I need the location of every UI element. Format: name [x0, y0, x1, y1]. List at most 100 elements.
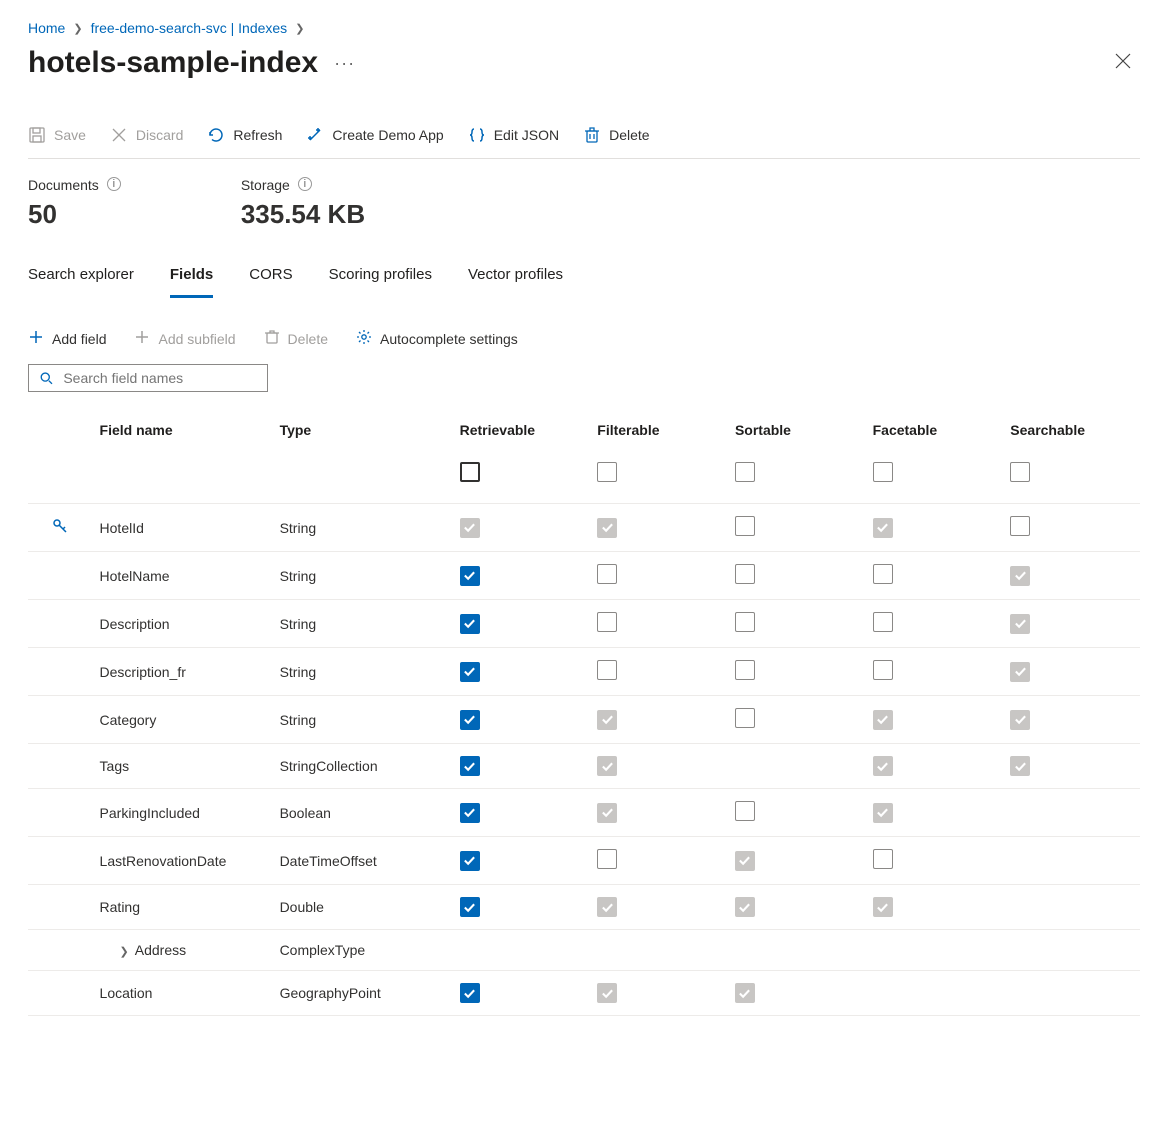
checkbox-filterable[interactable]: [597, 849, 617, 869]
field-toolbar: Add field Add subfield Delete Autocomple…: [28, 329, 1140, 348]
checkbox-sortable[interactable]: [735, 708, 755, 728]
checkbox-facetable[interactable]: [873, 803, 893, 823]
field-name: Category: [100, 712, 157, 728]
checkbox-filterable[interactable]: [597, 897, 617, 917]
tab-search-explorer[interactable]: Search explorer: [28, 260, 134, 298]
checkbox-sortable[interactable]: [735, 516, 755, 536]
edit-json-label: Edit JSON: [494, 127, 559, 143]
check-all-retrievable[interactable]: [460, 462, 480, 482]
checkbox-facetable[interactable]: [873, 564, 893, 584]
checkbox-retrievable[interactable]: [460, 614, 480, 634]
checkbox-sortable[interactable]: [735, 660, 755, 680]
key-icon: [51, 522, 69, 538]
breadcrumb-home[interactable]: Home: [28, 20, 65, 36]
checkbox-searchable[interactable]: [1010, 566, 1030, 586]
save-icon: [28, 126, 46, 144]
checkbox-searchable[interactable]: [1010, 756, 1030, 776]
chevron-right-icon: ❯: [73, 22, 82, 35]
checkbox-filterable[interactable]: [597, 983, 617, 1003]
tab-scoring-profiles[interactable]: Scoring profiles: [329, 260, 432, 298]
checkbox-searchable[interactable]: [1010, 516, 1030, 536]
checkbox-searchable[interactable]: [1010, 614, 1030, 634]
search-field-names[interactable]: [28, 364, 268, 392]
documents-value: 50: [28, 199, 121, 230]
tab-fields[interactable]: Fields: [170, 260, 213, 298]
checkbox-filterable[interactable]: [597, 803, 617, 823]
refresh-button[interactable]: Refresh: [207, 126, 282, 144]
field-type: StringCollection: [272, 744, 452, 789]
checkbox-searchable[interactable]: [1010, 710, 1030, 730]
add-field-label: Add field: [52, 331, 106, 347]
check-all-facetable[interactable]: [873, 462, 893, 482]
checkbox-facetable[interactable]: [873, 849, 893, 869]
checkbox-filterable[interactable]: [597, 518, 617, 538]
check-all-searchable[interactable]: [1010, 462, 1030, 482]
close-button[interactable]: [1106, 46, 1140, 80]
create-demo-label: Create Demo App: [332, 127, 443, 143]
checkbox-retrievable[interactable]: [460, 662, 480, 682]
documents-label: Documents: [28, 177, 99, 193]
table-row[interactable]: Description String: [28, 600, 1140, 648]
checkbox-retrievable[interactable]: [460, 710, 480, 730]
checkbox-retrievable[interactable]: [460, 518, 480, 538]
chevron-right-icon[interactable]: ❯: [120, 946, 129, 958]
col-type: Type: [272, 410, 452, 450]
checkbox-retrievable[interactable]: [460, 803, 480, 823]
plus-icon: [28, 329, 44, 348]
create-demo-app-button[interactable]: Create Demo App: [306, 126, 443, 144]
check-all-sortable[interactable]: [735, 462, 755, 482]
checkbox-sortable[interactable]: [735, 801, 755, 821]
delete-button[interactable]: Delete: [583, 126, 649, 144]
table-row[interactable]: HotelName String: [28, 552, 1140, 600]
breadcrumb: Home ❯ free-demo-search-svc | Indexes ❯: [28, 20, 1140, 36]
checkbox-searchable[interactable]: [1010, 662, 1030, 682]
checkbox-facetable[interactable]: [873, 897, 893, 917]
tab-vector-profiles[interactable]: Vector profiles: [468, 260, 563, 298]
table-row[interactable]: Location GeographyPoint: [28, 971, 1140, 1016]
checkbox-filterable[interactable]: [597, 564, 617, 584]
info-icon[interactable]: i: [298, 177, 312, 191]
table-row[interactable]: HotelId String: [28, 504, 1140, 552]
checkbox-sortable[interactable]: [735, 983, 755, 1003]
table-row[interactable]: Tags StringCollection: [28, 744, 1140, 789]
table-row[interactable]: Rating Double: [28, 885, 1140, 930]
checkbox-facetable[interactable]: [873, 710, 893, 730]
add-field-button[interactable]: Add field: [28, 329, 106, 348]
edit-json-button[interactable]: Edit JSON: [468, 126, 559, 144]
breadcrumb-service[interactable]: free-demo-search-svc | Indexes: [91, 20, 288, 36]
checkbox-sortable[interactable]: [735, 612, 755, 632]
checkbox-retrievable[interactable]: [460, 756, 480, 776]
checkbox-retrievable[interactable]: [460, 983, 480, 1003]
table-row[interactable]: Description_fr String: [28, 648, 1140, 696]
table-row[interactable]: LastRenovationDate DateTimeOffset: [28, 837, 1140, 885]
table-row[interactable]: ParkingIncluded Boolean: [28, 789, 1140, 837]
checkbox-sortable[interactable]: [735, 897, 755, 917]
checkbox-filterable[interactable]: [597, 710, 617, 730]
checkbox-sortable[interactable]: [735, 564, 755, 584]
field-name: Description: [100, 616, 170, 632]
check-all-filterable[interactable]: [597, 462, 617, 482]
checkbox-facetable[interactable]: [873, 660, 893, 680]
more-icon[interactable]: ···: [334, 53, 355, 74]
checkbox-filterable[interactable]: [597, 756, 617, 776]
field-name: HotelName: [100, 568, 170, 584]
checkbox-retrievable[interactable]: [460, 897, 480, 917]
table-row[interactable]: Category String: [28, 696, 1140, 744]
plus-icon: [134, 329, 150, 348]
refresh-icon: [207, 126, 225, 144]
tab-cors[interactable]: CORS: [249, 260, 292, 298]
search-input[interactable]: [61, 369, 257, 387]
table-row[interactable]: ❯Address ComplexType: [28, 930, 1140, 971]
checkbox-facetable[interactable]: [873, 518, 893, 538]
checkbox-filterable[interactable]: [597, 612, 617, 632]
checkbox-retrievable[interactable]: [460, 566, 480, 586]
info-icon[interactable]: i: [107, 177, 121, 191]
delete-label: Delete: [609, 127, 649, 143]
checkbox-facetable[interactable]: [873, 756, 893, 776]
checkbox-retrievable[interactable]: [460, 851, 480, 871]
checkbox-filterable[interactable]: [597, 660, 617, 680]
checkbox-sortable[interactable]: [735, 851, 755, 871]
command-bar: Save Discard Refresh Create Demo App Edi…: [28, 120, 1140, 159]
checkbox-facetable[interactable]: [873, 612, 893, 632]
autocomplete-settings-button[interactable]: Autocomplete settings: [356, 329, 518, 348]
